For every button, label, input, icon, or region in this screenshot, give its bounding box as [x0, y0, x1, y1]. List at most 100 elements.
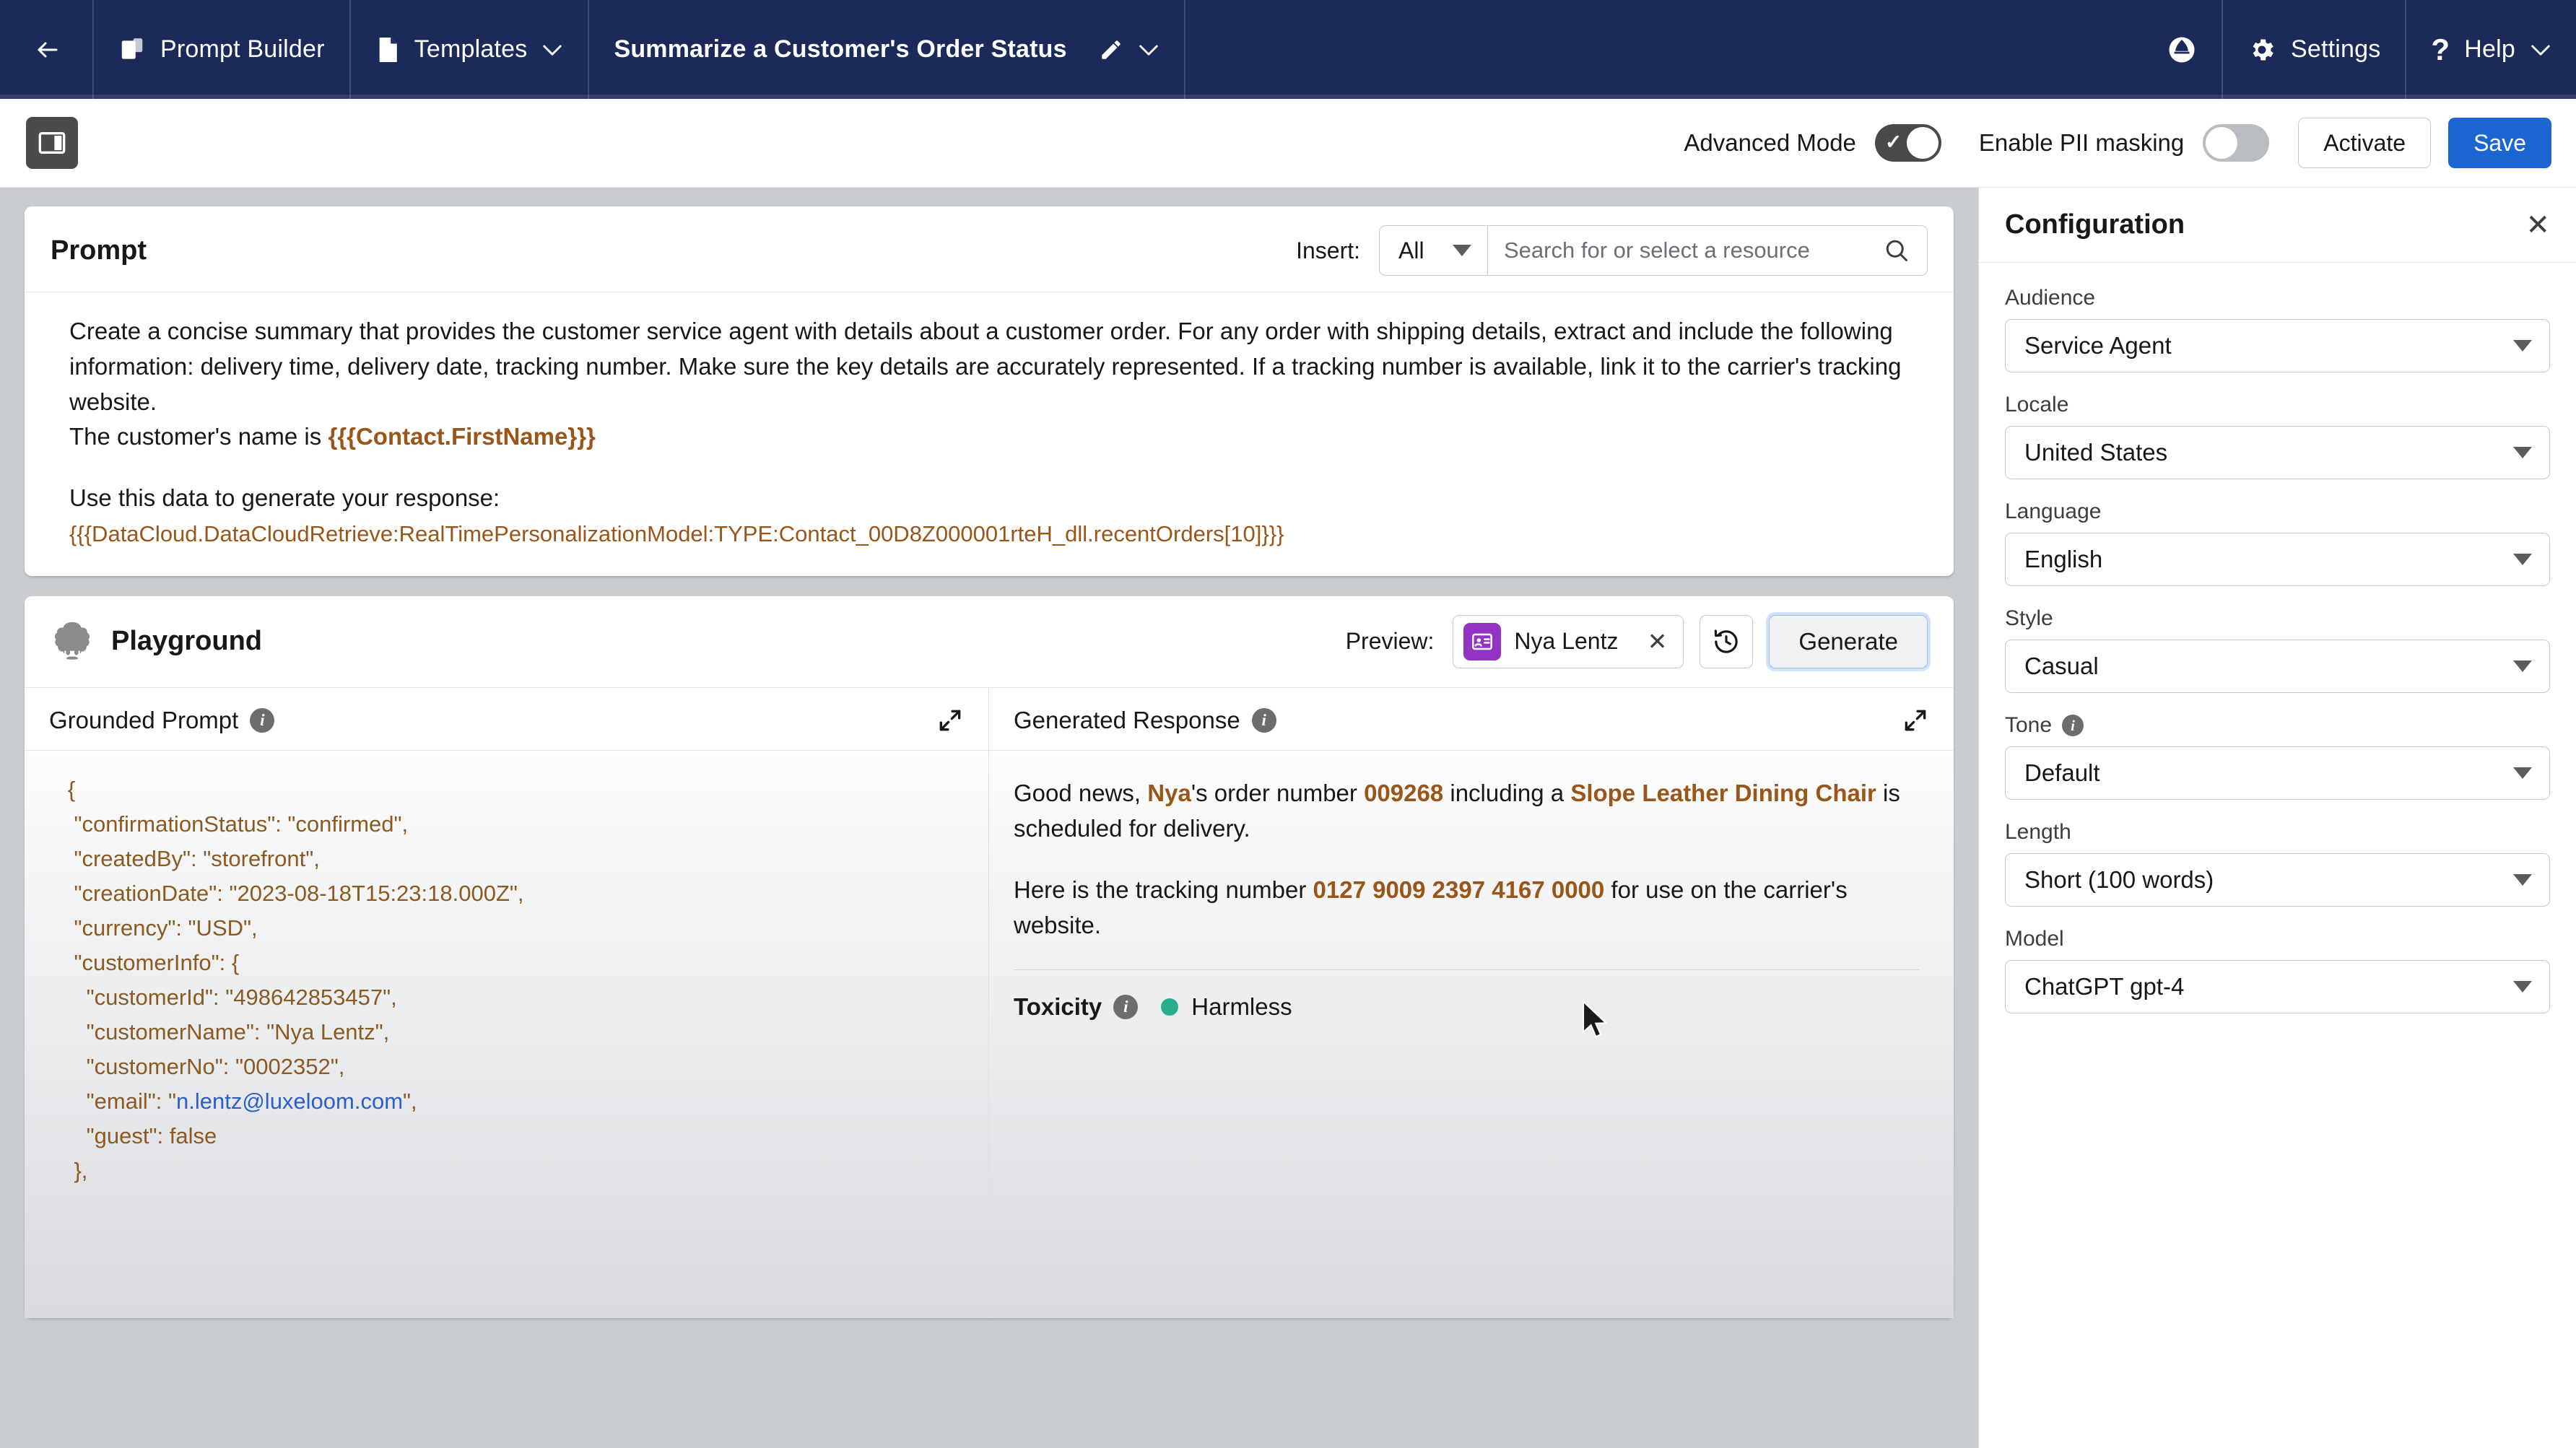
chevron-down-icon: [2513, 767, 2532, 779]
response-p1-b: 's order number: [1191, 780, 1364, 806]
config-field-locale: LocaleUnited States: [2005, 393, 2550, 479]
json-line: "creationDate": "2023-08-18T15:23:18.000…: [49, 876, 964, 911]
grounded-prompt-body[interactable]: { "confirmationStatus": "confirmed", "cr…: [25, 751, 988, 1318]
info-icon[interactable]: i: [2062, 715, 2084, 736]
grounded-prompt-header: Grounded Prompt i: [25, 688, 988, 751]
prompt-builder-icon: [118, 36, 146, 64]
config-field-length: LengthShort (100 words): [2005, 820, 2550, 907]
playground-card: Playground Preview: Nya Lentz ✕ Generate: [25, 596, 1954, 1318]
playground-title: Playground: [111, 626, 262, 657]
chevron-down-icon: [2513, 874, 2532, 886]
response-paragraph-2: Here is the tracking number 0127 9009 23…: [1014, 872, 1925, 943]
generate-button[interactable]: Generate: [1769, 615, 1928, 668]
field-label-text: Model: [2005, 927, 2064, 951]
select-value: ChatGPT gpt-4: [2024, 973, 2513, 1000]
prompt-card-header: Prompt Insert: All: [25, 206, 1954, 292]
response-p1-a: Good news,: [1014, 780, 1147, 806]
response-p2-a: Here is the tracking number: [1014, 876, 1313, 903]
grounded-prompt-pane: Grounded Prompt i { "confirmationStatus"…: [25, 688, 989, 1318]
config-field-style: Style Casual: [2005, 606, 2550, 693]
contact-card-icon: [1463, 623, 1501, 660]
record-title-tab[interactable]: Summarize a Customer's Order Status: [589, 0, 1183, 99]
resource-search-input[interactable]: [1504, 237, 1875, 263]
generation-history-button[interactable]: [1700, 615, 1753, 668]
chevron-down-icon: [2513, 554, 2532, 565]
record-chevron-down-icon[interactable]: [1138, 43, 1159, 57]
einstein-cloud-button[interactable]: [2142, 0, 2222, 99]
nav-item-prompt-builder[interactable]: Prompt Builder: [94, 0, 349, 99]
prompt-paragraph-4: {{{DataCloud.DataCloudRetrieve:RealTimeP…: [69, 516, 1928, 551]
prompt-card-title: Prompt: [51, 235, 147, 266]
json-line: {: [49, 772, 964, 807]
select-language[interactable]: English: [2005, 533, 2550, 586]
arrow-left-icon: [32, 37, 64, 63]
select-value: Casual: [2024, 653, 2513, 680]
save-button[interactable]: Save: [2448, 118, 2551, 168]
select-locale[interactable]: United States: [2005, 426, 2550, 479]
grounded-prompt-json: { "confirmationStatus": "confirmed", "cr…: [49, 772, 964, 1189]
expand-grounded-prompt-button[interactable]: [936, 707, 964, 734]
merge-field-contact-firstname: {{{Contact.FirstName}}}: [328, 423, 595, 450]
pencil-icon[interactable]: [1099, 38, 1123, 62]
prompt-text-body[interactable]: Create a concise summary that provides t…: [25, 292, 1954, 576]
config-field-audience: Audience Service Agent: [2005, 286, 2550, 372]
merge-field-datacloud: {{{DataCloud.DataCloudRetrieve:RealTimeP…: [69, 521, 1284, 546]
global-navigation-bar: Prompt Builder Templates Summarize a Cus…: [0, 0, 2576, 99]
info-icon[interactable]: i: [1252, 708, 1276, 733]
einstein-avatar-icon: [49, 619, 95, 664]
nav-item-templates[interactable]: Templates: [351, 0, 588, 99]
close-icon[interactable]: ✕: [1645, 627, 1671, 655]
toggle-knob: [2206, 127, 2237, 159]
select-model[interactable]: ChatGPT gpt-4: [2005, 960, 2550, 1013]
pii-masking-toggle[interactable]: [2203, 124, 2269, 162]
activate-button[interactable]: Activate: [2298, 118, 2431, 168]
expand-generated-response-button[interactable]: [1902, 707, 1929, 734]
field-label-text: Audience: [2005, 286, 2095, 310]
advanced-mode-group: Advanced Mode ✓: [1684, 124, 1941, 162]
side-panel-toggle-button[interactable]: [26, 117, 78, 169]
select-length[interactable]: Short (100 words): [2005, 853, 2550, 907]
close-icon[interactable]: ✕: [2525, 211, 2550, 240]
select-style[interactable]: Casual: [2005, 640, 2550, 693]
prompt-paragraph-2: The customer's name is {{{Contact.FirstN…: [69, 419, 1928, 455]
einstein-cloud-icon: [2167, 35, 2197, 65]
search-icon[interactable]: [1884, 237, 1910, 263]
advanced-mode-toggle[interactable]: ✓: [1875, 124, 1941, 162]
chevron-down-icon[interactable]: [541, 43, 563, 57]
status-badge-dot: [1161, 998, 1178, 1016]
playground-header: Playground Preview: Nya Lentz ✕ Generate: [25, 596, 1954, 688]
gear-icon: [2248, 35, 2276, 64]
question-mark-icon: ?: [2431, 32, 2450, 67]
configuration-panel: Configuration ✕ AudienceService AgentLoc…: [1978, 188, 2576, 1448]
field-label-text: Tone: [2005, 713, 2052, 738]
info-icon[interactable]: i: [250, 708, 274, 733]
insert-type-select[interactable]: All: [1379, 225, 1487, 276]
help-chevron-down-icon[interactable]: [2530, 43, 2551, 57]
pii-masking-label: Enable PII masking: [1979, 129, 2184, 157]
nav-item-settings-label: Settings: [2291, 35, 2380, 64]
nav-item-help-label: Help: [2464, 35, 2515, 64]
response-order-number: 009268: [1364, 780, 1443, 806]
field-label: Language: [2005, 500, 2550, 524]
select-tone[interactable]: Default: [2005, 746, 2550, 800]
back-button[interactable]: [0, 0, 92, 99]
insert-type-value: All: [1398, 237, 1424, 264]
document-icon: [375, 36, 400, 64]
nav-item-help[interactable]: ? Help: [2406, 0, 2576, 99]
json-line: "customerId": "498642853457",: [49, 980, 964, 1015]
select-value: United States: [2024, 439, 2513, 466]
json-line: "currency": "USD",: [49, 911, 964, 946]
nav-bottom-border: [0, 95, 2576, 99]
toxicity-value: Harmless: [1191, 993, 1292, 1021]
preview-record-pill[interactable]: Nya Lentz ✕: [1453, 615, 1684, 668]
json-line: "email": "n.lentz@luxeloom.com",: [49, 1084, 964, 1119]
config-field-model: Model ChatGPT gpt-4: [2005, 927, 2550, 1013]
email-link[interactable]: n.lentz@luxeloom.com: [176, 1089, 403, 1114]
info-icon[interactable]: i: [1113, 995, 1138, 1019]
pii-masking-group: Enable PII masking: [1979, 124, 2269, 162]
expand-icon: [1902, 707, 1929, 734]
nav-item-settings[interactable]: Settings: [2223, 0, 2405, 99]
field-label-text: Style: [2005, 606, 2053, 631]
select-audience[interactable]: Service Agent: [2005, 319, 2550, 372]
checkmark-icon: ✓: [1885, 132, 1902, 152]
